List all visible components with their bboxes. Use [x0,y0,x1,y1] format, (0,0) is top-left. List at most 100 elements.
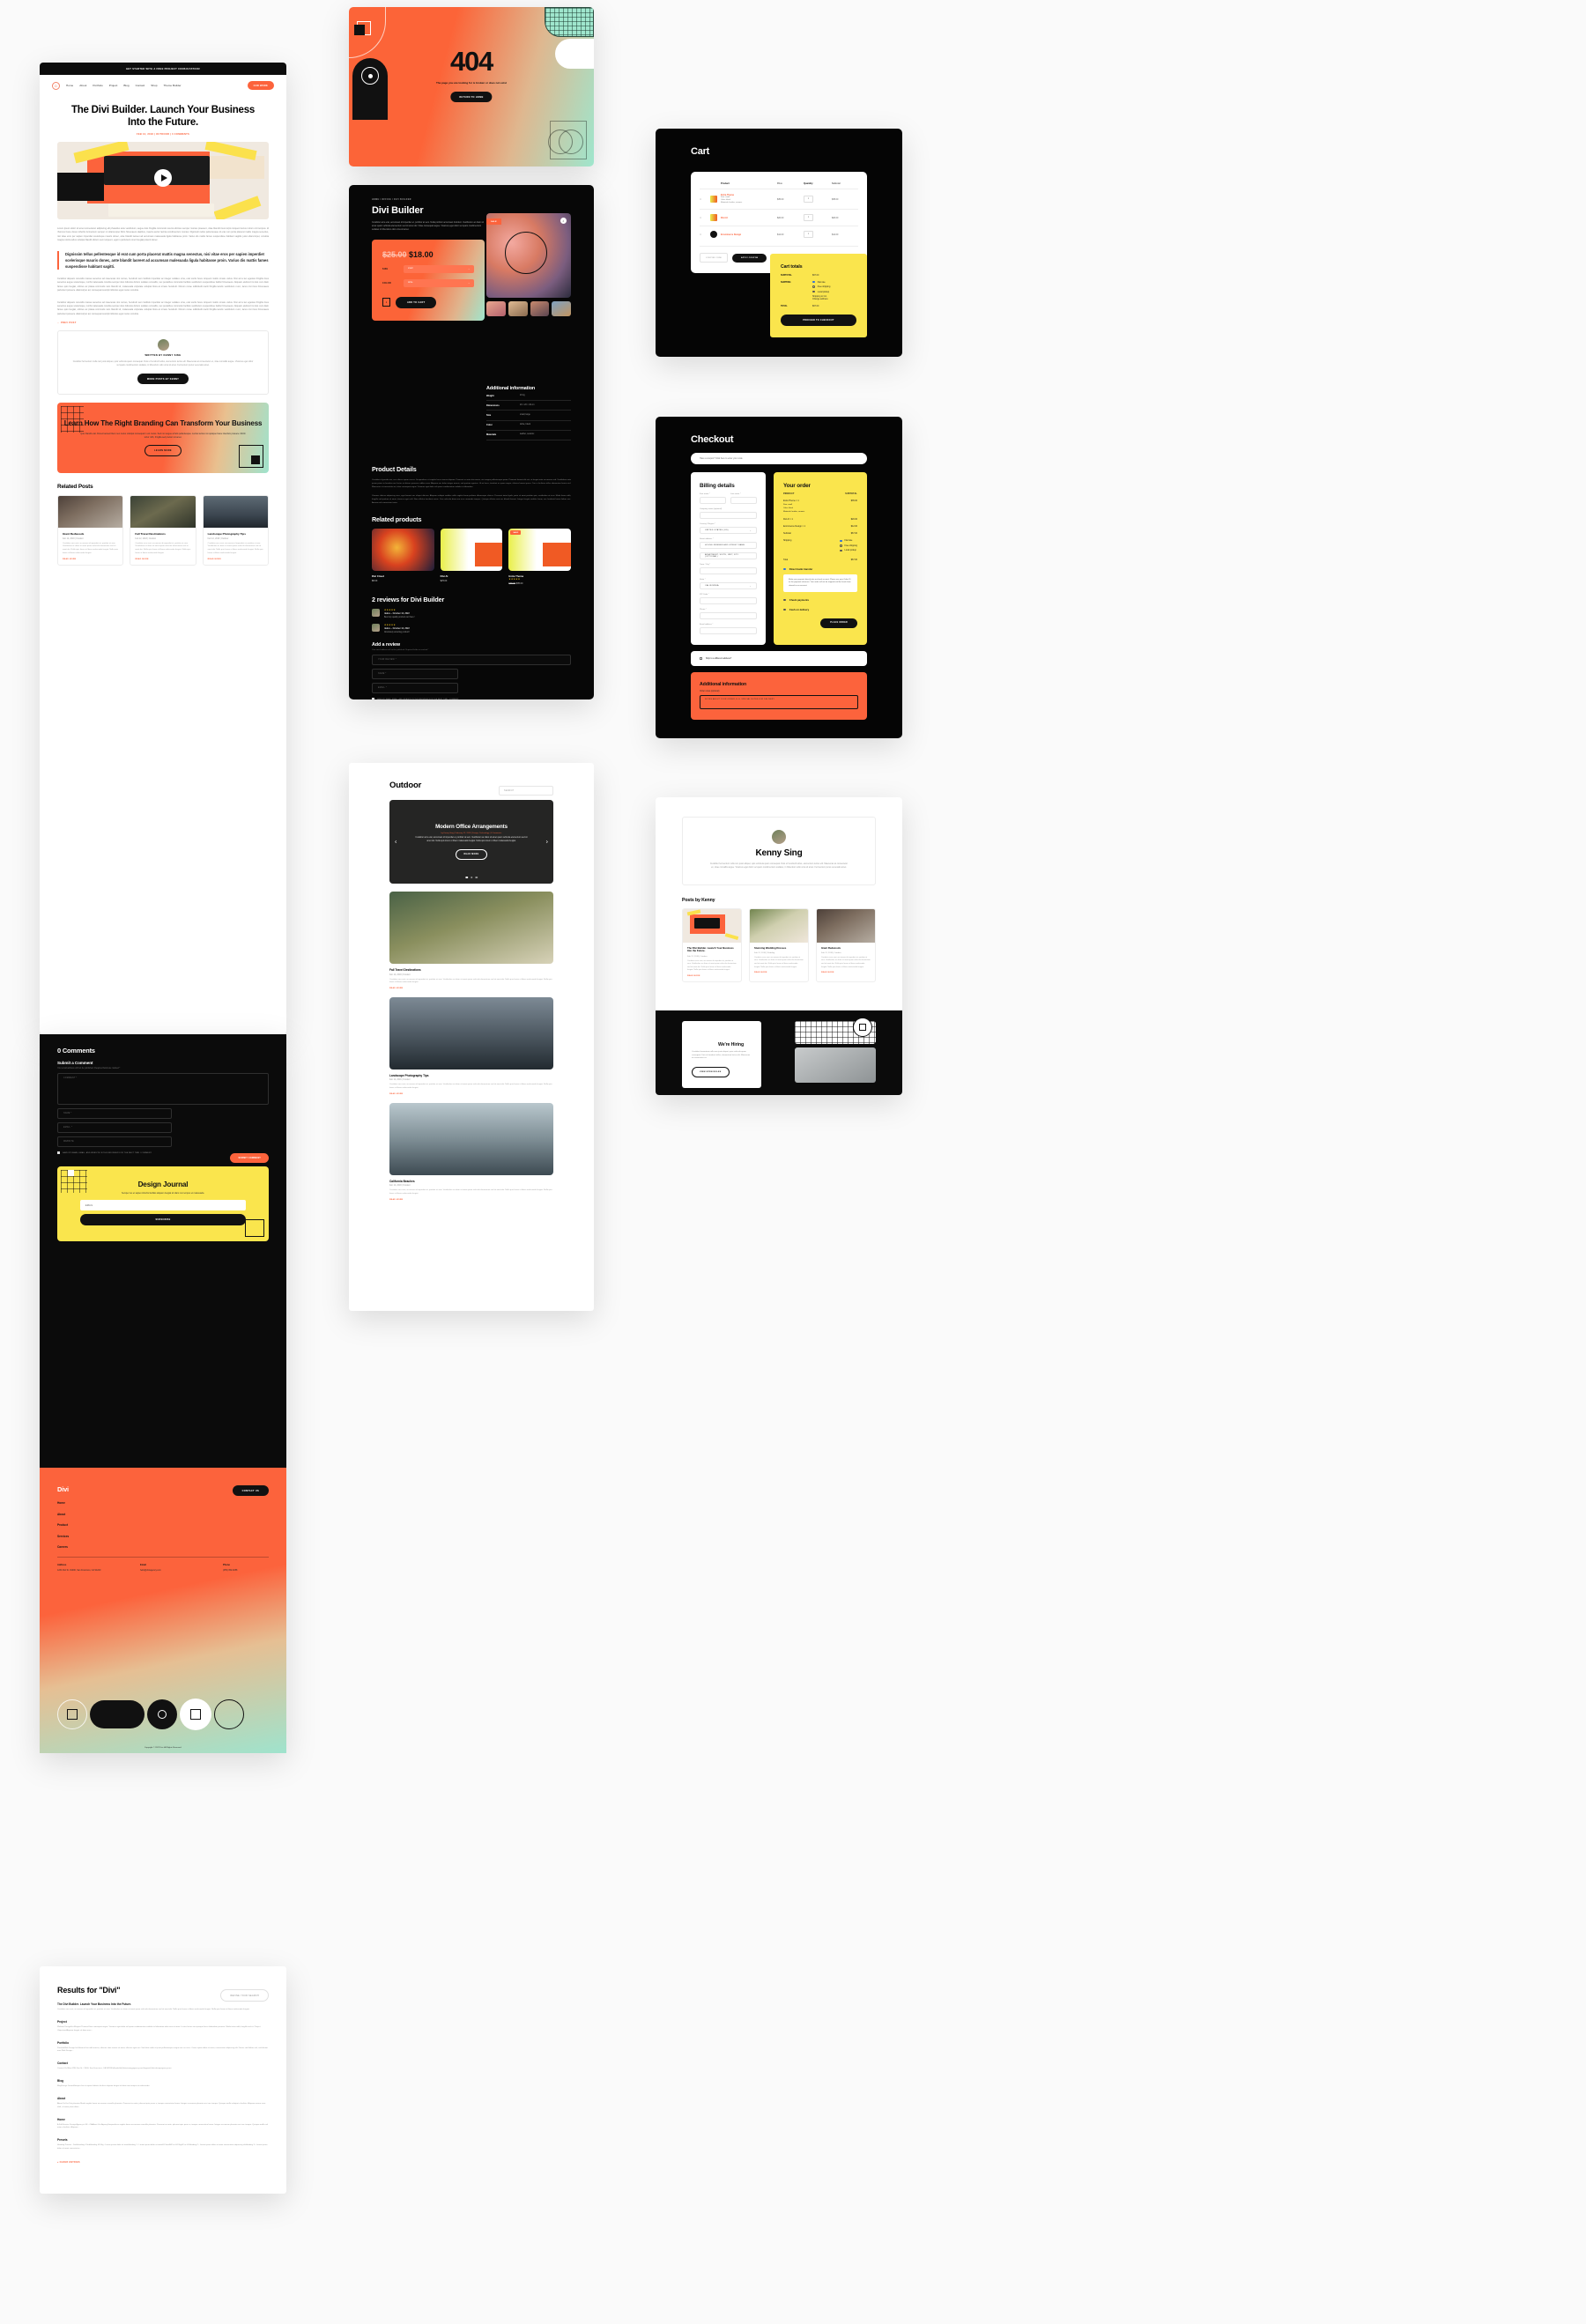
first-name-input[interactable] [700,497,726,504]
shipping-option-flat-rate[interactable]: Flat rate [839,539,857,543]
newsletter-subscribe-button[interactable]: SUBSCRIBE [80,1214,246,1225]
review-name-input[interactable]: NAME * [372,669,458,680]
quantity-stepper[interactable]: 1 [382,298,390,307]
footer-nav-services[interactable]: Services [57,1535,269,1538]
order-notes-textarea[interactable]: NOTES ABOUT YOUR ORDER, E.G. SPECIAL NOT… [700,695,858,709]
related-product-card[interactable]: Divi AI $25.00 [440,529,503,585]
play-icon[interactable] [154,168,172,187]
nav-item-blog[interactable]: Blog [123,84,129,87]
radio-icon[interactable] [783,567,786,571]
shipping-option-free[interactable]: Free shipping [812,285,830,288]
slider-prev-arrow-icon[interactable]: ‹ [395,839,396,845]
comment-email-input[interactable]: EMAIL * [57,1122,172,1133]
comment-textarea[interactable]: COMMENT * [57,1073,269,1105]
search-result-item[interactable]: Home A Full-Service Design Agency in SF—… [57,2118,269,2131]
nav-item-contact[interactable]: Contact [136,84,145,87]
radio-icon[interactable] [839,549,842,552]
radio-icon[interactable] [812,285,815,288]
post-image[interactable] [389,892,553,964]
nav-item-project[interactable]: Project [109,84,118,87]
shipping-option-local-pickup[interactable]: Local pickup [839,549,857,552]
comment-name-input[interactable]: NAME * [57,1108,172,1119]
result-title[interactable]: Portfolio [57,2041,269,2045]
checkbox-icon[interactable] [700,657,702,660]
apartment-input[interactable]: APARTMENT, SUITE, UNIT, ETC. (OPTIONAL) [700,552,757,559]
payment-method-check[interactable]: Check payments [783,598,857,602]
footer-nav-careers[interactable]: Careers [57,1545,269,1549]
refine-search-button[interactable]: REFINE YOUR SEARCH [220,1989,269,2002]
post-title[interactable]: California Beaches [389,1180,553,1183]
save-details-checkbox-row[interactable]: SAVE MY NAME, EMAIL, AND WEBSITE IN THIS… [372,698,571,699]
add-to-cart-button[interactable]: ADD TO CART [396,296,437,308]
shipping-option-free[interactable]: Free shipping [839,544,857,547]
footer-nav-product[interactable]: Product [57,1523,269,1527]
radio-icon[interactable] [839,539,842,543]
radio-icon[interactable] [783,598,786,602]
slider-dot[interactable] [475,876,478,878]
view-open-roles-button[interactable]: VIEW OPEN ROLES [692,1066,730,1077]
result-title[interactable]: Home [57,2118,269,2121]
coupon-toggle-bar[interactable]: Have a coupon? Click here to enter your … [691,453,867,464]
apply-coupon-button[interactable]: APPLY COUPON [732,253,767,263]
footer-email-value[interactable]: hello@diviagency.com [140,1569,186,1573]
review-textarea[interactable]: YOUR REVIEW * [372,655,571,666]
remove-item-icon[interactable]: ✕ [700,198,710,201]
prev-post-link[interactable]: ← PREV POST [40,322,286,324]
read-more-link[interactable]: READ MORE [63,559,118,560]
change-address-link[interactable]: Change address [812,298,830,300]
radio-icon[interactable] [812,280,815,284]
thumbnail[interactable] [486,301,506,316]
result-title[interactable]: The Divi Builder. Launch Your Business I… [57,2002,269,2006]
color-select[interactable]: white ⌄ [404,278,474,287]
read-more-link[interactable]: READ MORE [754,972,804,973]
read-more-link[interactable]: READ MORE [135,559,190,560]
radio-icon[interactable] [839,544,842,547]
last-name-input[interactable] [730,497,757,504]
breadcrumb[interactable]: HOME / OFFICE / DIVI BUILDER [372,199,571,201]
post-title[interactable]: Giant Redwoods [821,946,871,951]
cart-product-name[interactable]: Ecommerce Design [721,233,777,236]
nav-item-about[interactable]: About [79,84,86,87]
read-more-link[interactable]: READ MORE [687,975,737,977]
shipping-option-flat-rate[interactable]: Flat rate [812,281,830,284]
search-result-item[interactable]: Project Website DesignFor Elegant Themes… [57,2020,269,2033]
size-select[interactable]: small ⌄ [404,264,474,273]
quantity-stepper[interactable]: 1 [804,214,813,222]
newsletter-email-input[interactable]: EMAIL [80,1200,246,1210]
post-image[interactable] [389,996,553,1069]
review-email-input[interactable]: EMAIL * [372,683,458,694]
submit-comment-button[interactable]: SUBMIT COMMENT [230,1153,269,1163]
footer-phone-value[interactable]: (255) 352-6258 [223,1569,269,1573]
search-result-item[interactable]: Presets Heading Presets : DarkHeading 4 … [57,2138,269,2151]
result-title[interactable]: About [57,2097,269,2100]
ship-different-address-row[interactable]: Ship to a different address? [691,651,867,666]
related-product-card[interactable]: SALE! Extra Theme ★★★★★ $48.00 $35.00 [508,529,572,585]
post-title[interactable]: Landscape Photography Tips [389,1074,553,1077]
comment-website-input[interactable]: WEBSITE [57,1136,172,1147]
related-product-card[interactable]: Divi Cloud $8.00 [372,529,434,585]
phone-input[interactable] [700,612,757,619]
post-image[interactable] [389,1102,553,1175]
nav-item-shop[interactable]: Shop [151,84,157,87]
read-more-link[interactable]: READ MORE [389,988,553,989]
radio-icon[interactable] [783,608,786,611]
place-order-button[interactable]: PLACE ORDER [820,618,857,628]
checkbox-icon[interactable] [57,1151,60,1154]
our-work-button[interactable]: OUR WORK [247,81,274,90]
read-more-link[interactable]: READ MORE [389,1199,553,1201]
slider-dot[interactable] [470,876,473,878]
zip-input[interactable] [700,597,757,604]
quantity-stepper[interactable]: 1 [804,196,813,204]
company-input[interactable] [700,512,757,519]
author-post-card[interactable]: The Divi Builder. Launch Your Business I… [682,907,742,982]
city-input[interactable] [700,567,757,574]
older-entries-link[interactable]: « OLDER ENTRIES [57,2161,269,2164]
product-main-image[interactable]: SALE! ⌕ [486,213,571,298]
search-result-item[interactable]: Blog BlogDesign JournalSemper leo et sap… [57,2079,269,2089]
radio-icon[interactable] [812,290,815,293]
slider-next-arrow-icon[interactable]: › [546,839,548,845]
author-post-card[interactable]: Giant Redwoods Feb 12, 2018 | Outdoor Cu… [816,907,876,982]
street-address-input[interactable]: HOUSE NUMBER AND STREET NAME [700,542,757,549]
footer-contact-button[interactable]: CONTACT US [232,1485,269,1496]
return-home-button[interactable]: RETURN TO HOME [450,92,493,102]
